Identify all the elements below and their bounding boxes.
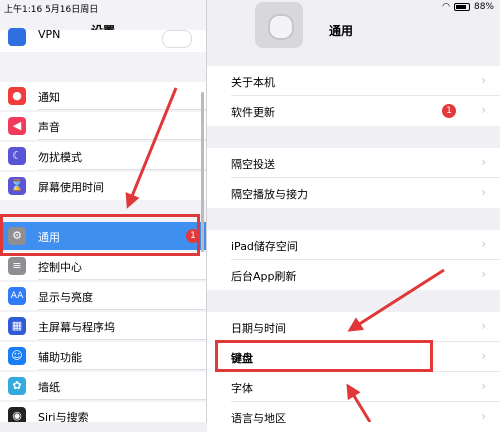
battery-percent: 88% — [473, 2, 494, 12]
airplay-handoff-row[interactable]: 隔空播放与接力 › — [207, 178, 500, 208]
sidebar-item-label: 显示与亮度 — [38, 291, 93, 304]
row-label: 字体 — [231, 382, 253, 395]
row-label: 后台App刷新 — [231, 270, 297, 283]
sidebar-item-control-center[interactable]: ≡ 控制中心 — [0, 252, 206, 280]
chevron-right-icon: › — [481, 319, 486, 333]
speaker-icon: ◀ — [8, 117, 26, 135]
accessibility-icon: ☺ — [8, 347, 26, 365]
general-highlight-box — [0, 214, 200, 256]
switches-icon: ≡ — [8, 257, 26, 275]
sidebar-item-label: 墙纸 — [38, 381, 60, 394]
row-label: 软件更新 — [231, 106, 275, 119]
software-update-row[interactable]: 软件更新 1 › — [207, 96, 500, 126]
about-row[interactable]: 关于本机 › — [207, 66, 500, 96]
sidebar-item-label: 主屏幕与程序坞 — [38, 321, 115, 334]
chevron-right-icon: › — [481, 379, 486, 393]
sidebar-item-label: Siri与搜索 — [38, 411, 89, 422]
chevron-right-icon: › — [481, 349, 486, 363]
aa-icon: AA — [8, 287, 26, 305]
sidebar-scrollbar[interactable] — [201, 92, 204, 252]
general-group-1: 关于本机 › 软件更新 1 › — [207, 66, 500, 126]
sidebar-item-screen-time[interactable]: ⌛ 屏幕使用时间 — [0, 172, 206, 200]
sidebar-item-accessibility[interactable]: ☺ 辅助功能 — [0, 342, 206, 370]
sidebar-item-vpn[interactable]: VPN — [0, 28, 206, 52]
moon-icon: ☾ — [8, 147, 26, 165]
sidebar-item-label: 辅助功能 — [38, 351, 82, 364]
chevron-right-icon: › — [481, 73, 486, 87]
sidebar-item-label: 控制中心 — [38, 261, 82, 274]
siri-icon: ◉ — [8, 407, 26, 422]
chevron-right-icon: › — [481, 103, 486, 117]
settings-sidebar: 设置 VPN ● 通知 ◀ 声音 ☾ 勿扰模式 ⌛ 屏幕使用时间 ⚙ 通用 1 … — [0, 0, 207, 422]
general-group-2: 隔空投送 › 隔空播放与接力 › — [207, 148, 500, 208]
row-label: 语言与地区 — [231, 412, 286, 425]
sidebar-item-siri[interactable]: ◉ Siri与搜索 — [0, 402, 206, 422]
update-badge: 1 — [442, 104, 456, 118]
sidebar-item-display[interactable]: AA 显示与亮度 — [0, 282, 206, 310]
row-label: 隔空投送 — [231, 158, 275, 171]
keyboard-highlight-box — [215, 340, 433, 372]
sidebar-item-label: VPN — [38, 28, 61, 41]
chevron-right-icon: › — [481, 155, 486, 169]
vpn-toggle[interactable] — [162, 30, 192, 48]
row-label: 日期与时间 — [231, 322, 286, 335]
sidebar-item-label: 屏幕使用时间 — [38, 181, 104, 194]
general-group-3: iPad储存空间 › 后台App刷新 › — [207, 230, 500, 290]
chevron-right-icon: › — [481, 185, 486, 199]
row-label: 隔空播放与接力 — [231, 188, 308, 201]
ipad-storage-row[interactable]: iPad储存空间 › — [207, 230, 500, 260]
sidebar-item-label: 勿扰模式 — [38, 151, 82, 164]
page-title: 通用 — [329, 24, 354, 38]
fonts-row[interactable]: 字体 › — [207, 372, 500, 402]
sidebar-item-do-not-disturb[interactable]: ☾ 勿扰模式 — [0, 142, 206, 170]
bell-icon: ● — [8, 87, 26, 105]
airdrop-row[interactable]: 隔空投送 › — [207, 148, 500, 178]
hourglass-icon: ⌛ — [8, 177, 26, 195]
status-bar: 上午1:16 5月16日周日 ◠ 88% — [0, 0, 500, 15]
row-label: iPad储存空间 — [231, 240, 298, 253]
chevron-right-icon: › — [481, 267, 486, 281]
language-region-row[interactable]: 语言与地区 › — [207, 402, 500, 432]
wifi-icon: ◠ — [442, 2, 450, 12]
sidebar-item-home-screen[interactable]: ▦ 主屏幕与程序坞 — [0, 312, 206, 340]
status-time-date: 上午1:16 5月16日周日 — [4, 5, 99, 15]
battery-icon — [453, 3, 470, 11]
general-group-4: 日期与时间 › 键盘 › 字体 › 语言与地区 › — [207, 312, 500, 432]
status-right: ◠ 88% — [442, 2, 494, 12]
sidebar-item-sounds[interactable]: ◀ 声音 — [0, 112, 206, 140]
flower-icon: ✿ — [8, 377, 26, 395]
background-app-refresh-row[interactable]: 后台App刷新 › — [207, 260, 500, 290]
date-time-row[interactable]: 日期与时间 › — [207, 312, 500, 342]
grid-icon: ▦ — [8, 317, 26, 335]
vpn-icon — [8, 28, 26, 46]
chevron-right-icon: › — [481, 237, 486, 251]
sidebar-item-notifications[interactable]: ● 通知 — [0, 82, 206, 110]
chevron-right-icon: › — [481, 409, 486, 423]
sidebar-item-label: 声音 — [38, 121, 60, 134]
sidebar-item-wallpaper[interactable]: ✿ 墙纸 — [0, 372, 206, 400]
row-label: 关于本机 — [231, 76, 275, 89]
sidebar-item-label: 通知 — [38, 91, 60, 104]
